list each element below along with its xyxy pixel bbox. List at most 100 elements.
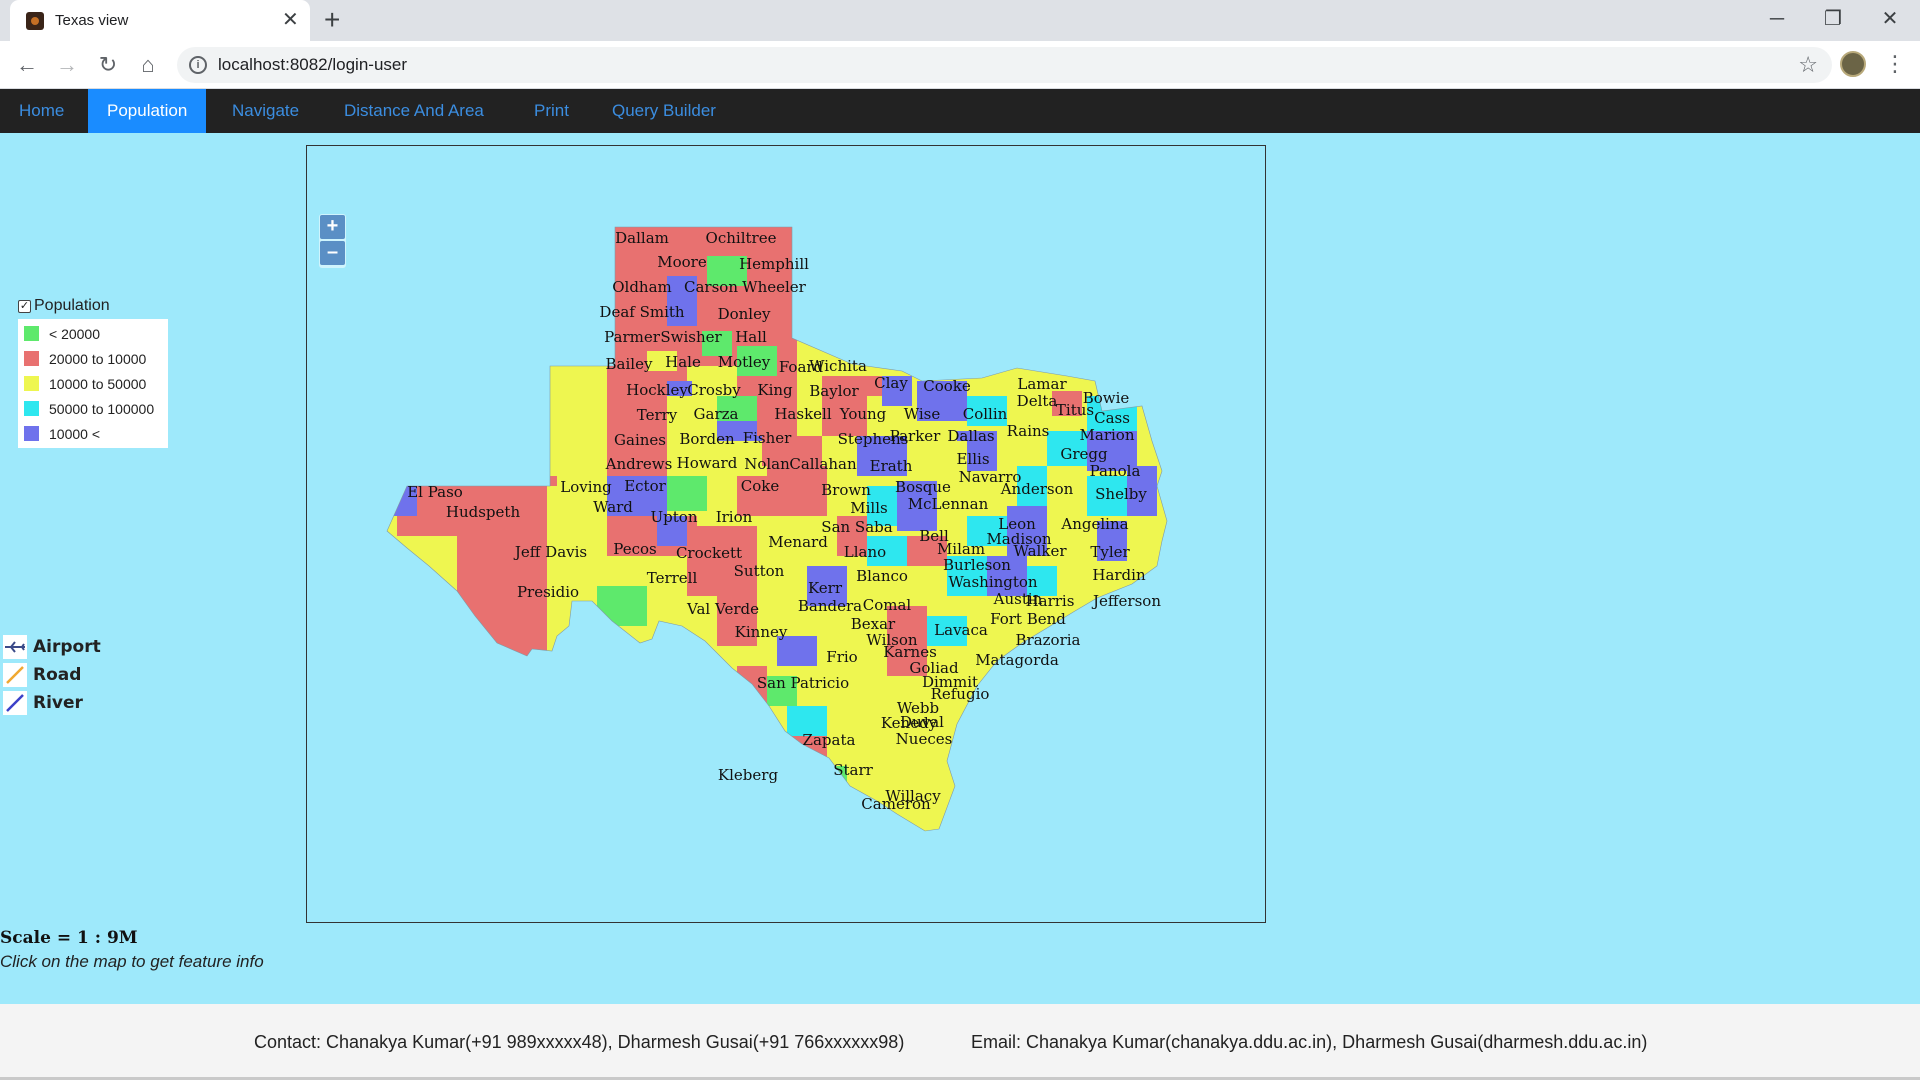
county-label: McLennan bbox=[907, 495, 989, 513]
county-label: Cooke bbox=[923, 377, 971, 395]
county-label: Walker bbox=[1013, 542, 1067, 560]
tab-title: Texas view bbox=[55, 12, 129, 29]
county-label: Brazoria bbox=[1015, 631, 1081, 649]
app-navbar: Home Population Navigate Distance And Ar… bbox=[0, 89, 1920, 133]
close-window-icon[interactable]: ✕ bbox=[1870, 4, 1910, 34]
county-label: Refugio bbox=[930, 685, 990, 703]
legend-title: Population bbox=[34, 297, 110, 314]
county-label: Presidio bbox=[516, 583, 580, 601]
texas-map[interactable]: + – Dallam Ochiltree Moore Hemphill Oldham Ca… bbox=[306, 145, 1266, 923]
nav-distance-and-area[interactable]: Distance And Area bbox=[325, 89, 503, 133]
county-label: San Saba bbox=[821, 518, 893, 536]
nav-navigate[interactable]: Navigate bbox=[213, 89, 318, 133]
layer-label: Road bbox=[33, 665, 82, 685]
county-label: Washington bbox=[948, 573, 1038, 591]
county-label: Shelby bbox=[1095, 485, 1147, 503]
new-tab-icon[interactable]: + bbox=[324, 5, 340, 35]
legend-box: < 20000 20000 to 10000 10000 to 50000 50… bbox=[18, 319, 168, 448]
county-label: San Patricio bbox=[756, 674, 850, 692]
county-label: Upton bbox=[650, 508, 698, 526]
checkbox-checked-icon[interactable]: ✓ bbox=[18, 299, 31, 313]
county-label: Burleson bbox=[943, 556, 1011, 574]
county-label: Cameron bbox=[861, 795, 931, 813]
county-label: Matagorda bbox=[975, 651, 1059, 669]
restore-window-icon[interactable]: ❐ bbox=[1813, 4, 1853, 34]
county-label: Parker bbox=[889, 427, 941, 445]
county-label: Hockley bbox=[626, 381, 688, 399]
nav-query-builder[interactable]: Query Builder bbox=[593, 89, 735, 133]
county-label: Gregg bbox=[1060, 445, 1108, 463]
county-label: Starr bbox=[833, 761, 873, 779]
county-label: Hemphill bbox=[739, 255, 809, 273]
county-label: Lavaca bbox=[934, 621, 988, 639]
county-label: Llano bbox=[843, 543, 887, 561]
county-label: Gaines bbox=[614, 431, 666, 449]
county-label: Wheeler bbox=[742, 278, 806, 296]
legend-item: 10000 < bbox=[24, 421, 168, 446]
airplane-icon bbox=[3, 635, 27, 659]
nav-home[interactable]: Home bbox=[0, 89, 83, 133]
county-label: Crosby bbox=[687, 381, 741, 399]
population-legend: ✓ Population < 20000 20000 to 10000 1000… bbox=[18, 297, 168, 448]
county-label: Bandera bbox=[797, 597, 863, 615]
county-label: Irion bbox=[715, 508, 753, 526]
county-label: Menard bbox=[768, 533, 828, 551]
county-label: Young bbox=[839, 405, 887, 423]
forward-arrow-icon[interactable]: → bbox=[52, 51, 82, 79]
zoom-in-button[interactable]: + bbox=[320, 215, 345, 239]
bookmark-star-icon[interactable]: ☆ bbox=[1798, 52, 1818, 78]
county-label: Loving bbox=[560, 478, 612, 496]
population-layer-toggle[interactable]: ✓ Population bbox=[18, 297, 168, 315]
map-scale-text: Scale = 1 : 9M bbox=[0, 928, 138, 948]
zoom-control: + – bbox=[319, 214, 346, 268]
county-label: Collin bbox=[962, 405, 1008, 423]
footer-email: Email: Chanakya Kumar(chanakya.ddu.ac.in… bbox=[971, 1032, 1648, 1052]
close-tab-icon[interactable]: ✕ bbox=[282, 8, 299, 32]
county-label: Bosque bbox=[895, 478, 951, 496]
county-label: Brown bbox=[821, 481, 871, 499]
layer-key: Airport Road River bbox=[3, 633, 101, 717]
county-label: Carson bbox=[684, 278, 738, 296]
county-label: Marion bbox=[1079, 426, 1135, 444]
county-label: Ochiltree bbox=[705, 229, 777, 247]
home-icon[interactable]: ⌂ bbox=[133, 51, 163, 79]
county-label: Val Verde bbox=[687, 600, 759, 618]
site-info-icon[interactable]: i bbox=[189, 56, 207, 74]
county-label: Garza bbox=[693, 405, 739, 423]
zoom-out-button[interactable]: – bbox=[320, 241, 345, 265]
county-label: Mills bbox=[850, 499, 888, 517]
legend-item: 20000 to 10000 bbox=[24, 346, 168, 371]
county-label: Dallam bbox=[615, 229, 669, 247]
browser-menu-icon[interactable]: ⋮ bbox=[1880, 50, 1910, 78]
county-label: Ward bbox=[593, 498, 633, 516]
county-label: Nolan bbox=[744, 455, 790, 473]
legend-swatch bbox=[24, 376, 39, 391]
county-label: Wichita bbox=[809, 357, 867, 375]
county-label: Jefferson bbox=[1093, 592, 1161, 610]
minimize-window-icon[interactable]: ─ bbox=[1757, 4, 1797, 34]
browser-tab-strip: Texas view ✕ + ─ ❐ ✕ bbox=[0, 0, 1920, 41]
reload-icon[interactable]: ↻ bbox=[93, 51, 123, 79]
legend-swatch bbox=[24, 401, 39, 416]
legend-label: 50000 to 100000 bbox=[49, 400, 155, 417]
address-bar[interactable]: i localhost:8082/login-user ☆ bbox=[177, 47, 1832, 83]
county-label: Angelina bbox=[1061, 515, 1129, 533]
county-label: Kerr bbox=[807, 579, 843, 597]
map-hint-text: Click on the map to get feature info bbox=[0, 952, 264, 971]
browser-tab[interactable]: Texas view ✕ bbox=[10, 0, 310, 41]
county-label: El Paso bbox=[407, 483, 463, 501]
site-favicon-icon bbox=[26, 12, 44, 30]
county-label: Baylor bbox=[809, 382, 859, 400]
county-label: Wise bbox=[903, 405, 941, 423]
nav-population[interactable]: Population bbox=[88, 89, 207, 133]
county-label: Crockett bbox=[675, 544, 743, 562]
profile-avatar[interactable] bbox=[1840, 51, 1866, 77]
nav-print[interactable]: Print bbox=[515, 89, 588, 133]
legend-label: 10000 to 50000 bbox=[49, 375, 147, 392]
county-label: Titus bbox=[1055, 401, 1095, 419]
back-arrow-icon[interactable]: ← bbox=[12, 51, 42, 79]
county-label: Kleberg bbox=[717, 766, 779, 784]
county-label: Ector bbox=[624, 477, 666, 495]
county-label: Bailey bbox=[605, 355, 653, 373]
layer-road: Road bbox=[3, 661, 101, 689]
